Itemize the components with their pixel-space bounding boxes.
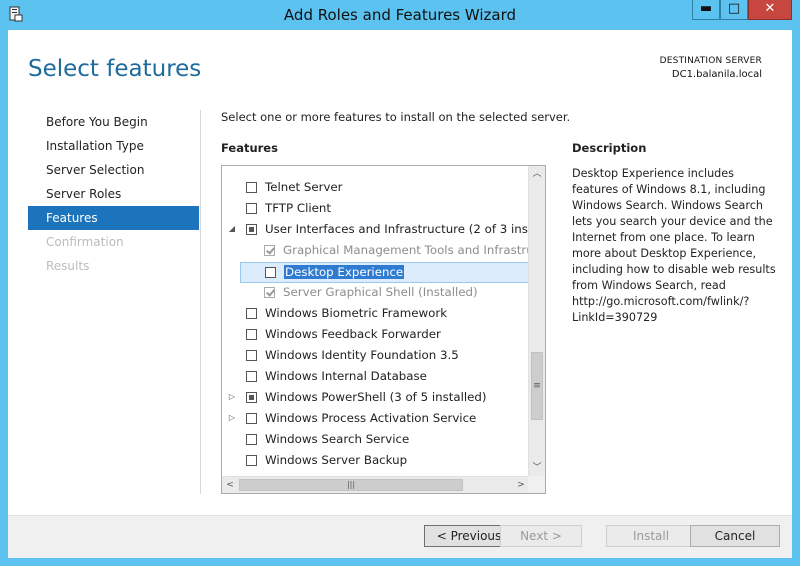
- nav-item-confirmation: Confirmation: [46, 235, 124, 249]
- collapse-arrow-icon[interactable]: ◢: [227, 224, 237, 234]
- wizard-window: Add Roles and Features Wizard ▬ □ ✕ Sele…: [0, 0, 800, 566]
- feature-label: TFTP Client: [265, 201, 332, 215]
- features-list: Telnet Server TFTP Client ◢ User Interfaces…: [222, 166, 529, 477]
- feature-label: Windows Server Backup: [265, 453, 408, 467]
- feature-row[interactable]: ◢ User Interfaces and Infrastructure (2 o…: [222, 220, 529, 241]
- feature-checkbox[interactable]: [246, 308, 257, 319]
- feature-row[interactable]: ▷ Windows Process Activation Service: [222, 409, 529, 430]
- feature-label: Telnet Server: [265, 180, 343, 194]
- feature-checkbox[interactable]: [246, 413, 257, 424]
- nav-divider: [200, 110, 201, 494]
- feature-row[interactable]: Server Graphical Shell (Installed): [222, 283, 529, 304]
- close-button[interactable]: ✕: [748, 0, 792, 20]
- feature-label: Windows Search Service: [265, 432, 410, 446]
- vertical-scrollbar[interactable]: ︿ ≡ ﹀: [528, 166, 545, 477]
- feature-checkbox: [264, 287, 275, 298]
- feature-checkbox[interactable]: [246, 203, 257, 214]
- nav-item-features[interactable]: Features: [28, 206, 199, 230]
- minimize-button[interactable]: ▬: [692, 0, 720, 20]
- scroll-down-arrow-icon[interactable]: ﹀: [529, 460, 545, 477]
- horizontal-scrollbar[interactable]: < ||| >: [222, 476, 529, 493]
- wizard-nav: Before You Begin Installation Type Serve…: [28, 110, 199, 278]
- scrollbar-corner: [528, 476, 545, 493]
- instruction-text: Select one or more features to install o…: [221, 110, 571, 124]
- feature-label: Desktop Experience: [284, 265, 405, 279]
- feature-row[interactable]: Windows Server Backup: [222, 451, 529, 472]
- wizard-content: Select features DESTINATION SERVER DC1.b…: [8, 30, 792, 558]
- cancel-button[interactable]: Cancel: [690, 525, 780, 547]
- vertical-scroll-thumb[interactable]: ≡: [531, 352, 543, 420]
- destination-server-value: DC1.balanila.local: [671, 69, 762, 80]
- wizard-footer: < Previous Next > Install Cancel: [8, 515, 792, 558]
- features-tree[interactable]: Telnet Server TFTP Client ◢ User Interfaces…: [221, 165, 546, 494]
- destination-server-label: DESTINATION SERVER: [659, 56, 762, 66]
- feature-checkbox[interactable]: [246, 371, 257, 382]
- feature-row[interactable]: Graphical Management Tools and Infrastru…: [222, 241, 529, 262]
- feature-label: Graphical Management Tools and Infrastru…: [283, 243, 529, 257]
- window-title: Add Roles and Features Wizard: [283, 6, 517, 24]
- feature-row[interactable]: Windows Internal Database: [222, 367, 529, 388]
- feature-label: Windows Biometric Framework: [265, 306, 448, 320]
- feature-checkbox: [264, 245, 275, 256]
- feature-checkbox[interactable]: [246, 434, 257, 445]
- feature-row[interactable]: Windows Biometric Framework: [222, 304, 529, 325]
- feature-label: Windows Process Activation Service: [265, 411, 477, 425]
- feature-label: Windows Identity Foundation 3.5: [265, 348, 459, 362]
- description-heading: Description: [572, 141, 647, 155]
- feature-checkbox[interactable]: [246, 350, 257, 361]
- features-heading: Features: [221, 141, 278, 155]
- nav-item-installation-type[interactable]: Installation Type: [28, 134, 199, 158]
- nav-item-results: Results: [46, 259, 90, 273]
- feature-checkbox[interactable]: [246, 392, 257, 403]
- feature-checkbox[interactable]: [265, 267, 276, 278]
- feature-row[interactable]: Desktop Experience: [240, 262, 529, 283]
- feature-row[interactable]: ▷ Windows PowerShell (3 of 5 installed): [222, 388, 529, 409]
- nav-item-before-you-begin[interactable]: Before You Begin: [28, 110, 199, 134]
- feature-row[interactable]: Telnet Server: [222, 178, 529, 199]
- description-text: Desktop Experience includes features of …: [572, 167, 776, 324]
- nav-item-server-selection[interactable]: Server Selection: [28, 158, 199, 182]
- maximize-button[interactable]: □: [720, 0, 748, 20]
- page-title: Select features: [28, 56, 202, 82]
- nav-item-server-roles[interactable]: Server Roles: [28, 182, 199, 206]
- expand-arrow-icon[interactable]: ▷: [227, 413, 237, 423]
- feature-label: Windows Feedback Forwarder: [265, 327, 441, 341]
- feature-label: Windows PowerShell (3 of 5 installed): [265, 390, 487, 404]
- feature-label: Windows Internal Database: [265, 369, 427, 383]
- feature-checkbox[interactable]: [246, 224, 257, 235]
- feature-label: User Interfaces and Infrastructure (2 of…: [265, 222, 529, 236]
- feature-checkbox[interactable]: [246, 182, 257, 193]
- scroll-left-arrow-icon[interactable]: <: [222, 477, 238, 493]
- feature-row[interactable]: TFTP Client: [222, 199, 529, 220]
- install-button[interactable]: Install: [606, 525, 696, 547]
- scroll-up-arrow-icon[interactable]: ︿: [529, 166, 545, 183]
- feature-checkbox[interactable]: [246, 329, 257, 340]
- feature-row[interactable]: Windows Feedback Forwarder: [222, 325, 529, 346]
- scroll-right-arrow-icon[interactable]: >: [513, 477, 529, 493]
- feature-label: Server Graphical Shell (Installed): [283, 285, 478, 299]
- title-bar[interactable]: Add Roles and Features Wizard ▬ □ ✕: [0, 0, 800, 30]
- feature-row[interactable]: Windows Identity Foundation 3.5: [222, 346, 529, 367]
- horizontal-scroll-thumb[interactable]: |||: [239, 479, 463, 491]
- feature-checkbox[interactable]: [246, 455, 257, 466]
- feature-row[interactable]: Windows Search Service: [222, 430, 529, 451]
- expand-arrow-icon[interactable]: ▷: [227, 392, 237, 402]
- next-button[interactable]: Next >: [500, 525, 582, 547]
